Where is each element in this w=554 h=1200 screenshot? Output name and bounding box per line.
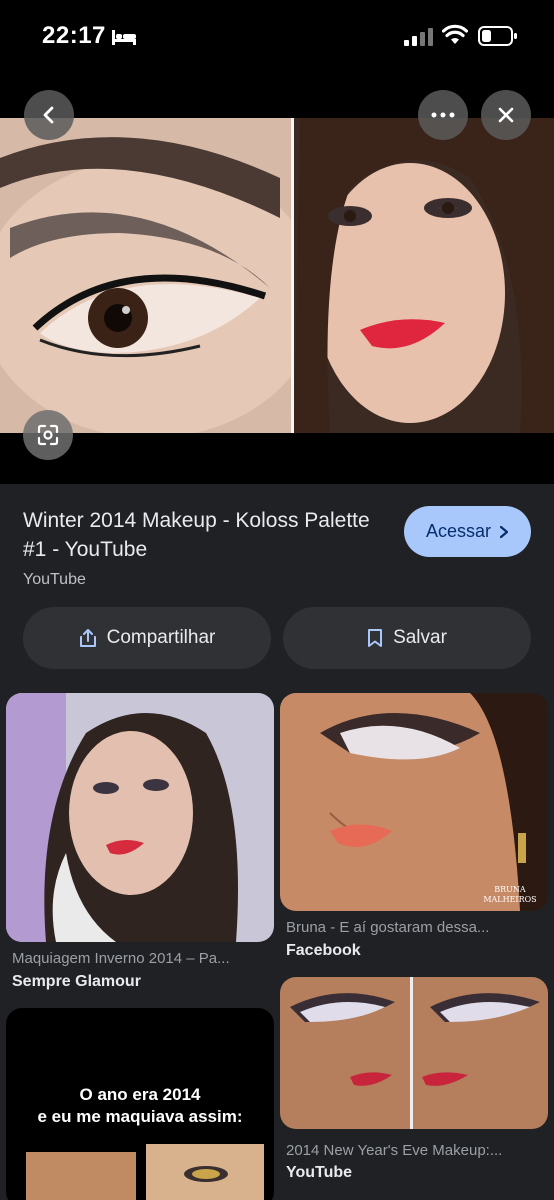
result-source: YouTube (23, 571, 86, 588)
visit-button[interactable]: Acessar (404, 506, 531, 557)
bed-icon (112, 30, 136, 45)
lens-icon (37, 424, 59, 446)
main-image[interactable] (0, 118, 554, 433)
more-options-button[interactable] (418, 90, 468, 140)
back-icon (43, 106, 54, 124)
related-site-2[interactable]: Facebook (286, 942, 361, 960)
close-icon (498, 107, 514, 123)
close-button[interactable] (481, 90, 531, 140)
more-icon (431, 112, 455, 118)
overlay-line-1: O ano era 2014 (79, 1085, 201, 1104)
watermark-text: BRUNA MALHEIROS (483, 885, 537, 904)
status-bar: 22:17 (0, 0, 554, 68)
related-caption-2[interactable]: Bruna - E aí gostaram dessa... (286, 919, 544, 936)
share-icon (79, 629, 96, 647)
overlay-line-2: e eu me maquiava assim: (37, 1107, 243, 1126)
related-image-4[interactable] (280, 977, 548, 1129)
share-button[interactable]: Compartilhar (23, 607, 271, 669)
visit-button-label: Acessar (425, 521, 492, 541)
back-button[interactable] (24, 90, 74, 140)
save-button[interactable]: Salvar (283, 607, 531, 669)
related-image-1[interactable] (6, 693, 274, 942)
wifi-icon (442, 24, 468, 44)
result-title[interactable]: Winter 2014 Makeup - Koloss Palette #1 -… (23, 506, 383, 564)
share-button-label: Compartilhar (106, 627, 216, 648)
bookmark-icon (368, 629, 383, 647)
lens-search-button[interactable] (23, 410, 73, 460)
related-site-4[interactable]: YouTube (286, 1164, 352, 1182)
related-image-2[interactable]: BRUNA MALHEIROS (280, 693, 548, 911)
status-time: 22:17 (42, 22, 106, 49)
related-caption-1[interactable]: Maquiagem Inverno 2014 – Pa... (12, 950, 270, 967)
result-panel: Winter 2014 Makeup - Koloss Palette #1 -… (0, 484, 554, 1200)
battery-icon (478, 26, 517, 46)
related-image-3[interactable]: O ano era 2014 e eu me maquiava assim: (6, 1008, 274, 1200)
image-viewer (0, 68, 554, 484)
save-button-label: Salvar (393, 627, 447, 648)
related-caption-4[interactable]: 2014 New Year's Eve Makeup:... (286, 1142, 544, 1159)
related-site-1[interactable]: Sempre Glamour (12, 973, 141, 991)
chevron-right-icon (499, 525, 509, 538)
watermark-logo: BRUNA MALHEIROS (480, 885, 540, 905)
signal-icon (404, 28, 433, 46)
